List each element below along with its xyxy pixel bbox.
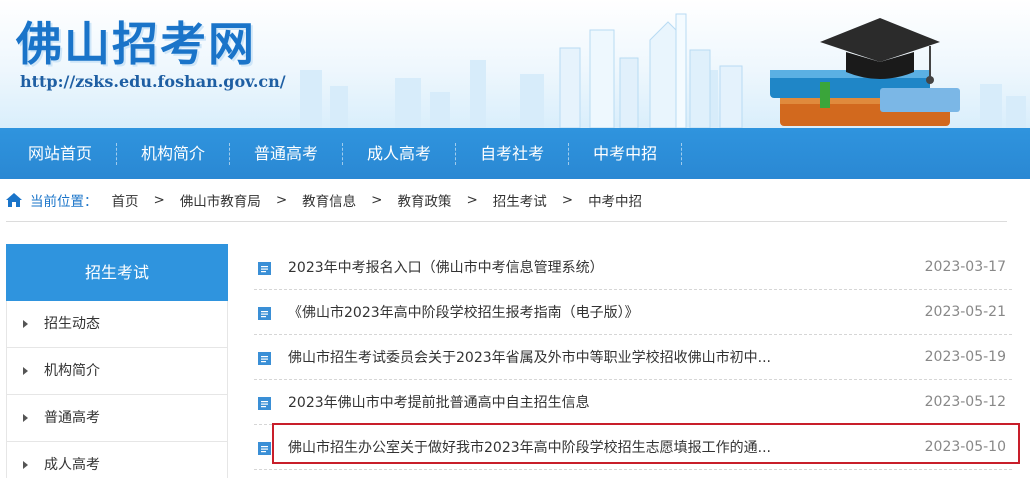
list-item[interactable]: 《佛山市2023年高中阶段学校招生报考指南（电子版）》 2023-05-21: [254, 290, 1012, 335]
document-icon: [258, 262, 271, 275]
list-item[interactable]: 2023年中考报名入口（佛山市中考信息管理系统） 2023-03-17: [254, 245, 1012, 290]
breadcrumb-separator: >: [466, 192, 478, 208]
sidebar-item-gaokao[interactable]: 普通高考: [6, 395, 228, 442]
article-title[interactable]: 佛山市招生办公室关于做好我市2023年高中阶段学校招生志愿填报工作的通...: [288, 437, 771, 457]
sidebar-item-about[interactable]: 机构简介: [6, 348, 228, 395]
breadcrumb-item-education-info[interactable]: 教育信息: [302, 190, 356, 210]
sidebar-item-label: 成人高考: [44, 456, 100, 473]
nav-divider: [681, 142, 683, 165]
breadcrumb-item-education-bureau[interactable]: 佛山市教育局: [180, 190, 261, 210]
sidebar-item-label: 普通高考: [44, 409, 100, 426]
article-title[interactable]: 2023年佛山市中考提前批普通高中自主招生信息: [288, 392, 590, 412]
nav-item-self-exam[interactable]: 自考社考: [456, 128, 568, 179]
breadcrumb-item-enrollment-exam[interactable]: 招生考试: [493, 190, 547, 210]
breadcrumb-separator: >: [275, 192, 288, 208]
list-item[interactable]: 2023年佛山市中考提前批普通高中自主招生信息 2023-05-12: [254, 380, 1012, 425]
list-item[interactable]: 佛山市招生办公室关于做好我市2023年高中阶段学校招生志愿填报工作的通... 2…: [254, 425, 1012, 470]
breadcrumb-separator: >: [371, 192, 383, 208]
breadcrumb-separator: >: [561, 192, 574, 208]
article-title[interactable]: 《佛山市2023年高中阶段学校招生报考指南（电子版）》: [288, 302, 639, 322]
sidebar-item-label: 机构简介: [44, 362, 100, 379]
breadcrumb-divider: [6, 221, 1007, 222]
triangle-right-icon: [23, 461, 28, 469]
article-list: 2023年中考报名入口（佛山市中考信息管理系统） 2023-03-17 《佛山市…: [254, 245, 1012, 470]
breadcrumb-separator: >: [153, 192, 165, 208]
header-banner: 佛山招考网 http://zsks.edu.foshan.gov.cn/: [0, 0, 1030, 128]
sidebar-item-adult-exam[interactable]: 成人高考: [6, 442, 228, 478]
article-title[interactable]: 2023年中考报名入口（佛山市中考信息管理系统）: [288, 257, 604, 277]
sidebar-title: 招生考试: [6, 244, 228, 301]
triangle-right-icon: [23, 320, 28, 328]
triangle-right-icon: [23, 367, 28, 375]
document-icon: [258, 352, 271, 365]
breadcrumb-item-education-policy[interactable]: 教育政策: [397, 190, 451, 210]
article-date: 2023-05-19: [924, 349, 1006, 365]
article-date: 2023-05-12: [924, 394, 1006, 410]
nav-item-home[interactable]: 网站首页: [0, 128, 116, 179]
main-navigation: 网站首页 机构简介 普通高考 成人高考 自考社考 中考中招: [0, 128, 1030, 179]
document-icon: [258, 397, 271, 410]
nav-item-zhongkao[interactable]: 中考中招: [569, 128, 681, 179]
article-date: 2023-03-17: [924, 259, 1006, 275]
breadcrumb-prefix: 当前位置：: [30, 194, 98, 210]
triangle-right-icon: [23, 414, 28, 422]
breadcrumb: 当前位置： 首页 > 佛山市教育局 > 教育信息 > 教育政策 > 招生考试 >…: [6, 188, 642, 212]
sidebar: 招生考试 招生动态 机构简介 普通高考 成人高考: [6, 244, 228, 478]
nav-item-about[interactable]: 机构简介: [117, 128, 229, 179]
document-icon: [258, 307, 271, 320]
sidebar-item-enrollment-news[interactable]: 招生动态: [6, 301, 228, 348]
site-logo-title[interactable]: 佛山招考网: [16, 8, 256, 74]
home-icon: [6, 193, 22, 207]
article-date: 2023-05-10: [924, 439, 1006, 455]
list-item[interactable]: 佛山市招生考试委员会关于2023年省属及外市中等职业学校招收佛山市初中... 2…: [254, 335, 1012, 380]
site-url: http://zsks.edu.foshan.gov.cn/: [20, 72, 286, 91]
article-title[interactable]: 佛山市招生考试委员会关于2023年省属及外市中等职业学校招收佛山市初中...: [288, 347, 771, 367]
article-date: 2023-05-21: [924, 304, 1006, 320]
nav-item-adult-exam[interactable]: 成人高考: [343, 128, 455, 179]
breadcrumb-item-home[interactable]: 首页: [112, 190, 139, 210]
breadcrumb-item-zhongkao[interactable]: 中考中招: [588, 190, 642, 210]
document-icon: [258, 442, 271, 455]
nav-item-gaokao[interactable]: 普通高考: [230, 128, 342, 179]
sidebar-item-label: 招生动态: [44, 315, 100, 332]
